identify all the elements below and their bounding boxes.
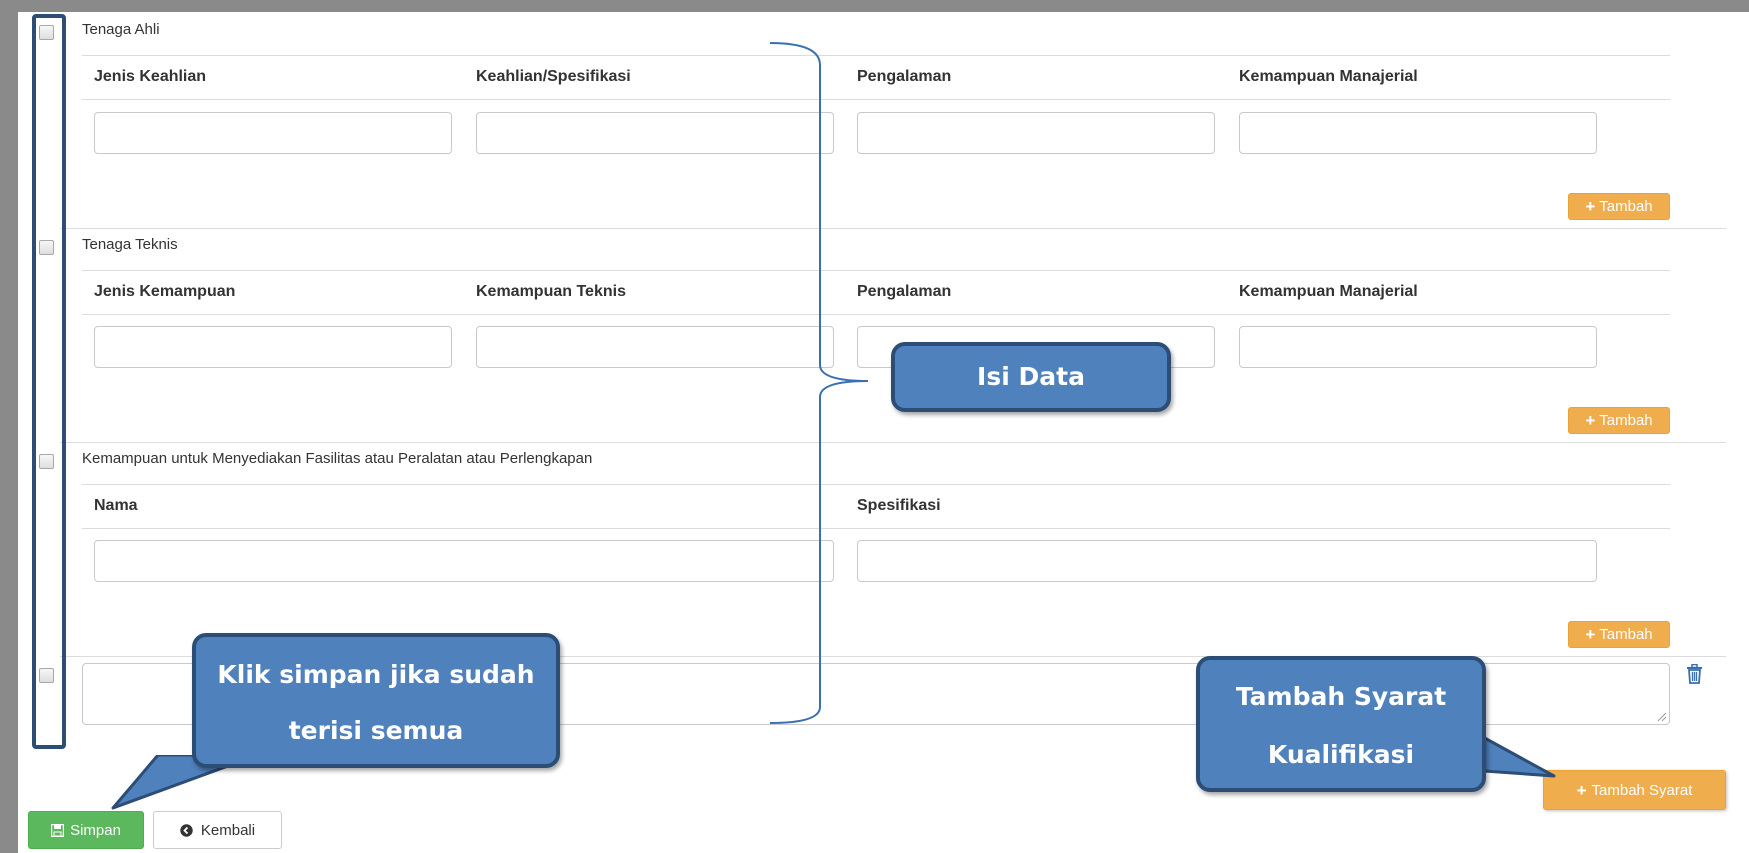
plus-icon: + <box>1576 780 1587 800</box>
jenis-kemampuan-input[interactable] <box>94 326 452 368</box>
divider <box>60 228 1726 229</box>
section-title-tenaga-teknis: Tenaga Teknis <box>82 236 178 253</box>
kemampuan-manajerial-input[interactable] <box>1239 326 1597 368</box>
callout-tambah-syarat: Tambah Syarat Kualifikasi <box>1196 656 1486 792</box>
section-title-fasilitas: Kemampuan untuk Menyediakan Fasilitas at… <box>82 450 593 467</box>
tambah-syarat-button[interactable]: + Tambah Syarat <box>1543 770 1726 810</box>
back-button[interactable]: Kembali <box>153 811 282 849</box>
column-header: Kemampuan Manajerial <box>1239 68 1418 85</box>
jenis-keahlian-input[interactable] <box>94 112 452 154</box>
column-header: Kemampuan Teknis <box>476 283 626 300</box>
brace-annotation <box>769 42 869 724</box>
plus-icon: + <box>1585 197 1596 216</box>
section-title-tenaga-ahli: Tenaga Ahli <box>82 21 160 38</box>
add-row-button[interactable]: + Tambah <box>1568 407 1670 434</box>
kemampuan-manajerial-input[interactable] <box>1239 112 1597 154</box>
column-header: Keahlian/Spesifikasi <box>476 68 631 85</box>
divider <box>60 442 1726 443</box>
trash-icon[interactable] <box>1686 664 1703 684</box>
save-icon <box>51 823 65 837</box>
column-header: Jenis Keahlian <box>94 68 207 85</box>
column-header: Jenis Kemampuan <box>94 283 236 300</box>
plus-icon: + <box>1585 625 1596 644</box>
callout-simpan: Klik simpan jika sudah terisi semua <box>192 633 560 768</box>
column-header: Nama <box>94 497 138 514</box>
checkbox-highlight-frame <box>32 14 66 749</box>
add-row-button[interactable]: + Tambah <box>1568 621 1670 648</box>
callout-isi-data: Isi Data <box>891 342 1171 412</box>
save-button[interactable]: Simpan <box>28 811 144 849</box>
nama-input[interactable] <box>94 540 834 582</box>
back-arrow-icon <box>180 823 193 837</box>
plus-icon: + <box>1585 411 1596 430</box>
pengalaman-input[interactable] <box>857 112 1215 154</box>
resize-handle-icon <box>1657 712 1667 722</box>
add-row-button[interactable]: + Tambah <box>1568 193 1670 220</box>
column-header: Kemampuan Manajerial <box>1239 283 1418 300</box>
spesifikasi-input[interactable] <box>857 540 1597 582</box>
